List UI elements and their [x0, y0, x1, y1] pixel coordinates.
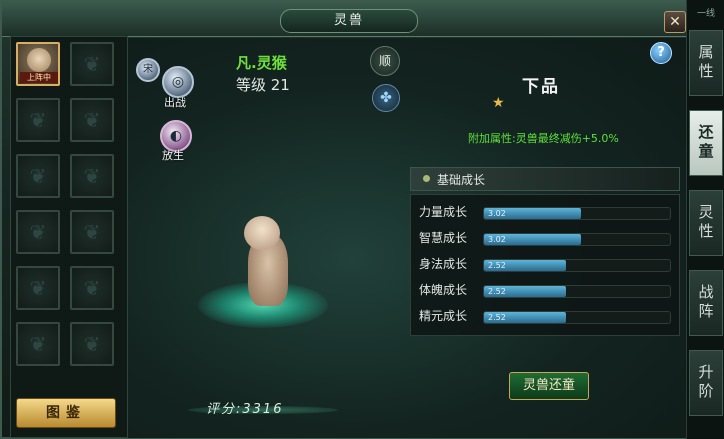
help-button[interactable]: ?	[650, 42, 672, 64]
stat-name: 体魄成长	[419, 283, 468, 297]
growth-header: 基础成长	[410, 167, 680, 191]
side-tab-1[interactable]: 还童	[689, 110, 723, 176]
release-icon: ◐	[169, 128, 183, 144]
pet-window: 灵兽 ✕ 上阵中 ❦ ❦ ❦ ❦ ❦ ❦ ❦ ❦ ❦ ❦ ❦ 图鉴 宋 ◎ 出战 ◐ 放生 凡.灵猴 …	[0, 0, 692, 439]
side-tab-3[interactable]: 战阵	[689, 270, 723, 336]
stat-value: 2.52	[488, 313, 506, 322]
star-icon: ★	[492, 95, 505, 111]
growth-stat-row: 体魄成长 2.52	[419, 279, 671, 299]
pet-slot-empty[interactable]: ❦	[70, 322, 114, 366]
shun-icon[interactable]: 顺	[370, 46, 400, 76]
chuzhan-label: 出战	[164, 96, 186, 109]
stat-bar: 3.02	[483, 233, 671, 246]
dragon-emblem-icon: ❦	[29, 164, 47, 188]
stat-bar: 2.52	[483, 311, 671, 324]
growth-stat-row: 力量成长 3.02	[419, 201, 671, 221]
pet-score: 评分:3316	[206, 402, 284, 417]
window-title: 灵兽	[280, 9, 418, 33]
pet-slot-empty[interactable]: ❦	[16, 266, 60, 310]
pet-slot-empty[interactable]: ❦	[16, 322, 60, 366]
title-bar: 灵兽 ✕	[2, 2, 692, 37]
stat-value: 2.52	[488, 261, 506, 270]
stat-value: 3.02	[488, 235, 506, 244]
side-top-label: 一线	[696, 9, 715, 19]
pet-model-head	[244, 216, 280, 250]
pet-slot-empty[interactable]: ❦	[70, 210, 114, 254]
pet-slot-empty[interactable]: ❦	[70, 98, 114, 142]
close-button[interactable]: ✕	[664, 11, 686, 33]
stat-name: 精元成长	[419, 309, 468, 323]
dragon-emblem-icon: ❦	[83, 332, 101, 356]
stat-name: 智慧成长	[419, 231, 468, 245]
pet-slot-empty[interactable]: ❦	[16, 154, 60, 198]
bullet-icon	[423, 175, 430, 182]
dragon-emblem-icon: ❦	[83, 220, 101, 244]
paw-icon[interactable]: ✤	[372, 84, 400, 112]
stat-bar: 2.52	[483, 285, 671, 298]
active-tag: 上阵中	[20, 72, 58, 83]
pet-slot-active[interactable]: 上阵中	[16, 42, 60, 86]
bonus-attribute: 附加属性:灵兽最终减伤+5.0%	[468, 132, 619, 145]
stat-value: 3.02	[488, 209, 506, 218]
growth-stat-row: 精元成长 2.52	[419, 305, 671, 325]
pet-avatar	[27, 48, 51, 72]
dragon-emblem-icon: ❦	[83, 52, 101, 76]
side-tab-bar: 一线 属性还童灵性战阵升阶	[686, 0, 724, 439]
growth-stat-row: 智慧成长 3.02	[419, 227, 671, 247]
pet-grade: 下品	[522, 77, 560, 97]
stat-name: 力量成长	[419, 205, 468, 219]
swirl-icon: ◎	[171, 74, 185, 90]
dragon-emblem-icon: ❦	[83, 108, 101, 132]
tujian-button[interactable]: 图鉴	[16, 398, 116, 428]
pet-slot-empty[interactable]: ❦	[16, 210, 60, 254]
stat-bar: 2.52	[483, 259, 671, 272]
feed-icon[interactable]: 宋	[136, 58, 160, 82]
dragon-emblem-icon: ❦	[29, 276, 47, 300]
pet-slot-empty[interactable]: ❦	[70, 154, 114, 198]
pet-slot-empty[interactable]: ❦	[16, 98, 60, 142]
growth-title: 基础成长	[437, 173, 486, 187]
pet-slot-empty[interactable]: ❦	[70, 266, 114, 310]
dragon-emblem-icon: ❦	[29, 108, 47, 132]
fangsheng-label: 放生	[162, 149, 184, 162]
stat-value: 2.52	[488, 287, 506, 296]
growth-stat-row: 身法成长 2.52	[419, 253, 671, 273]
huantong-button[interactable]: 灵兽还童	[509, 372, 589, 400]
dragon-emblem-icon: ❦	[83, 276, 101, 300]
pet-slot-empty[interactable]: ❦	[70, 42, 114, 86]
stat-bar: 3.02	[483, 207, 671, 220]
dragon-emblem-icon: ❦	[83, 164, 101, 188]
dragon-emblem-icon: ❦	[29, 220, 47, 244]
pet-name: 凡.灵猴	[236, 54, 287, 72]
stat-name: 身法成长	[419, 257, 468, 271]
side-tab-2[interactable]: 灵性	[689, 190, 723, 256]
pet-level: 等级 21	[236, 76, 290, 94]
side-tab-4[interactable]: 升阶	[689, 350, 723, 416]
dragon-emblem-icon: ❦	[29, 332, 47, 356]
side-tab-0[interactable]: 属性	[689, 30, 723, 96]
growth-panel: 力量成长 3.02 智慧成长 3.02 身法成长 2.52 体魄成长 2.52 精元成长 2.52	[410, 194, 680, 336]
